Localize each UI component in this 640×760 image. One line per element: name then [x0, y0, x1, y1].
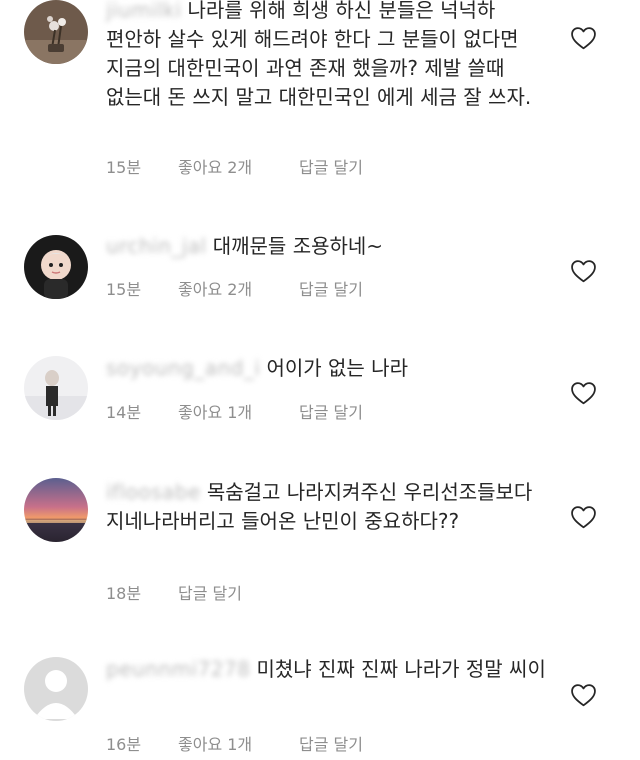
reply-button[interactable]: 답글 달기 [299, 399, 363, 423]
comment-body: ifloosabe 목숨걸고 나라지켜주신 우리선조들보다 지네나라버리고 들어온… [106, 478, 546, 536]
avatar[interactable] [24, 235, 88, 299]
avatar[interactable] [24, 356, 88, 420]
reply-button[interactable]: 답글 달기 [299, 154, 363, 178]
cartoon-avatar-image [24, 235, 88, 299]
reply-button[interactable]: 답글 달기 [178, 580, 242, 604]
flowers-avatar-image [24, 0, 88, 64]
likes-count[interactable]: 좋아요 1개 [178, 399, 252, 423]
comment-text: 대깨문들 조용하네~ [212, 234, 384, 258]
comment-text: 어이가 없는 나라 [266, 356, 408, 380]
avatar[interactable] [24, 478, 88, 542]
comment-body: urchin_jal 대깨문들 조용하네~ [106, 232, 546, 261]
username[interactable]: ifloosabe [106, 478, 201, 507]
comment-body: jiumilki 나라를 위해 희생 하신 분들은 넉넉하 편안하 살수 있게 해… [106, 0, 546, 112]
likes-count[interactable]: 좋아요 1개 [178, 731, 252, 755]
likes-count[interactable]: 좋아요 2개 [178, 154, 252, 178]
heart-outline-icon[interactable] [570, 505, 597, 529]
comment-body: soyoung_and_i 어이가 없는 나라 [106, 354, 546, 383]
person-avatar-image [24, 356, 88, 420]
timestamp: 18분 [106, 584, 142, 603]
avatar[interactable] [24, 657, 88, 721]
reply-button[interactable]: 답글 달기 [299, 276, 363, 300]
comment-body: peunnmi7278 미쳤냐 진짜 진짜 나라가 정말 씨이 [106, 655, 546, 684]
likes-count[interactable]: 좋아요 2개 [178, 276, 252, 300]
heart-outline-icon[interactable] [570, 381, 597, 405]
username[interactable]: soyoung_and_i [106, 354, 260, 383]
username[interactable]: jiumilki [106, 0, 182, 25]
avatar[interactable] [24, 0, 88, 64]
sunset-avatar-image [24, 478, 88, 542]
reply-button[interactable]: 답글 달기 [299, 731, 363, 755]
timestamp: 16분 [106, 735, 142, 754]
timestamp: 15분 [106, 158, 142, 177]
comment-text: 미쳤냐 진짜 진짜 나라가 정말 씨이 [256, 657, 546, 681]
heart-outline-icon[interactable] [570, 683, 597, 707]
heart-outline-icon[interactable] [570, 26, 597, 50]
timestamp: 14분 [106, 403, 142, 422]
timestamp: 15분 [106, 280, 142, 299]
default-avatar-icon [24, 657, 88, 721]
username[interactable]: peunnmi7278 [106, 655, 250, 684]
heart-outline-icon[interactable] [570, 259, 597, 283]
username[interactable]: urchin_jal [106, 232, 207, 261]
